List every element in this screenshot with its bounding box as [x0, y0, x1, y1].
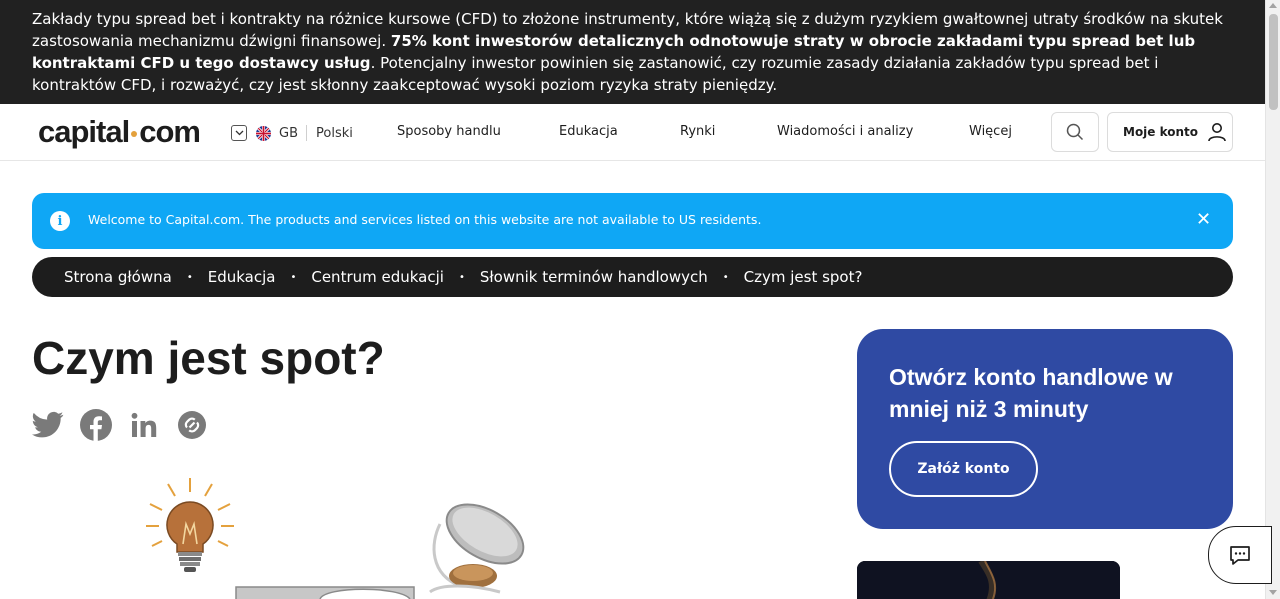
my-account-label: Moje konto: [1123, 125, 1199, 139]
scales-icon: [429, 503, 525, 594]
user-icon: [1208, 123, 1226, 142]
nav-item-edukacja[interactable]: Edukacja: [559, 124, 618, 139]
uk-flag-icon: [256, 125, 271, 141]
search-icon: [1066, 123, 1084, 141]
lightbulb-icon: [146, 478, 234, 572]
breadcrumb: Strona główna • Edukacja • Centrum eduka…: [32, 257, 1233, 297]
logo-text-left: capital: [38, 114, 130, 149]
risk-warning-banner: Zakłady typu spread bet i kontrakty na r…: [0, 0, 1265, 104]
breadcrumb-item-current: Czym jest spot?: [743, 268, 863, 286]
close-icon[interactable]: ✕: [1196, 209, 1211, 230]
card-image: [857, 561, 1120, 599]
breadcrumb-separator: •: [722, 271, 729, 283]
scroll-thumb[interactable]: [1269, 14, 1278, 110]
share-icons: [32, 409, 224, 441]
article-illustration: [146, 478, 525, 599]
nav-item-wiecej[interactable]: Więcej: [969, 124, 1012, 139]
promo-title: Otwórz konto handlowe w mniej niż 3 minu…: [889, 364, 1173, 422]
region-language-selector[interactable]: GB Polski: [231, 123, 353, 143]
breadcrumb-separator: •: [290, 271, 297, 283]
region-code: GB: [279, 125, 298, 141]
chat-button[interactable]: [1208, 526, 1272, 584]
facebook-icon[interactable]: [80, 409, 112, 441]
create-account-button[interactable]: Załóż konto: [889, 441, 1038, 497]
linkedin-icon[interactable]: [128, 409, 160, 441]
region-separator: [306, 125, 307, 141]
chat-icon: [1230, 546, 1250, 565]
language-label: Polski: [316, 125, 353, 141]
nav-item-sposoby-handlu[interactable]: Sposoby handlu: [397, 124, 501, 139]
my-account-button[interactable]: Moje konto: [1107, 112, 1233, 152]
page-title: Czym jest spot?: [32, 332, 385, 384]
scrollbar[interactable]: [1265, 0, 1280, 599]
breadcrumb-separator: •: [458, 271, 465, 283]
nav-item-wiadomosci[interactable]: Wiadomości i analizy: [777, 124, 913, 139]
chevron-down-icon: [231, 125, 247, 141]
breadcrumb-item-home[interactable]: Strona główna: [64, 268, 172, 286]
open-account-card: Otwórz konto handlowe w mniej niż 3 minu…: [857, 329, 1233, 529]
scroll-down-arrow-icon[interactable]: [1269, 590, 1277, 595]
breadcrumb-item-centrum-edukacji[interactable]: Centrum edukacji: [311, 268, 444, 286]
promo-video-card[interactable]: [857, 561, 1120, 599]
logo-dot: [131, 130, 138, 137]
breadcrumb-item-edukacja[interactable]: Edukacja: [208, 268, 276, 286]
site-header: capital com GB Polski Sposoby handlu Edu…: [0, 104, 1265, 161]
notice-text: Welcome to Capital.com. The products and…: [88, 212, 762, 227]
scroll-up-arrow-icon[interactable]: [1269, 3, 1277, 8]
copy-link-icon[interactable]: [176, 409, 208, 441]
search-button[interactable]: [1051, 112, 1099, 152]
page: Zakłady typu spread bet i kontrakty na r…: [0, 0, 1280, 599]
breadcrumb-separator: •: [186, 271, 193, 283]
logo-text-right: com: [139, 114, 201, 149]
nav-item-rynki[interactable]: Rynki: [680, 124, 715, 139]
breadcrumb-item-slownik[interactable]: Słownik terminów handlowych: [480, 268, 708, 286]
capital-com-logo[interactable]: capital com: [38, 114, 201, 150]
twitter-icon[interactable]: [32, 409, 64, 441]
info-icon: i: [50, 211, 70, 231]
us-residents-notice: i Welcome to Capital.com. The products a…: [32, 193, 1233, 249]
